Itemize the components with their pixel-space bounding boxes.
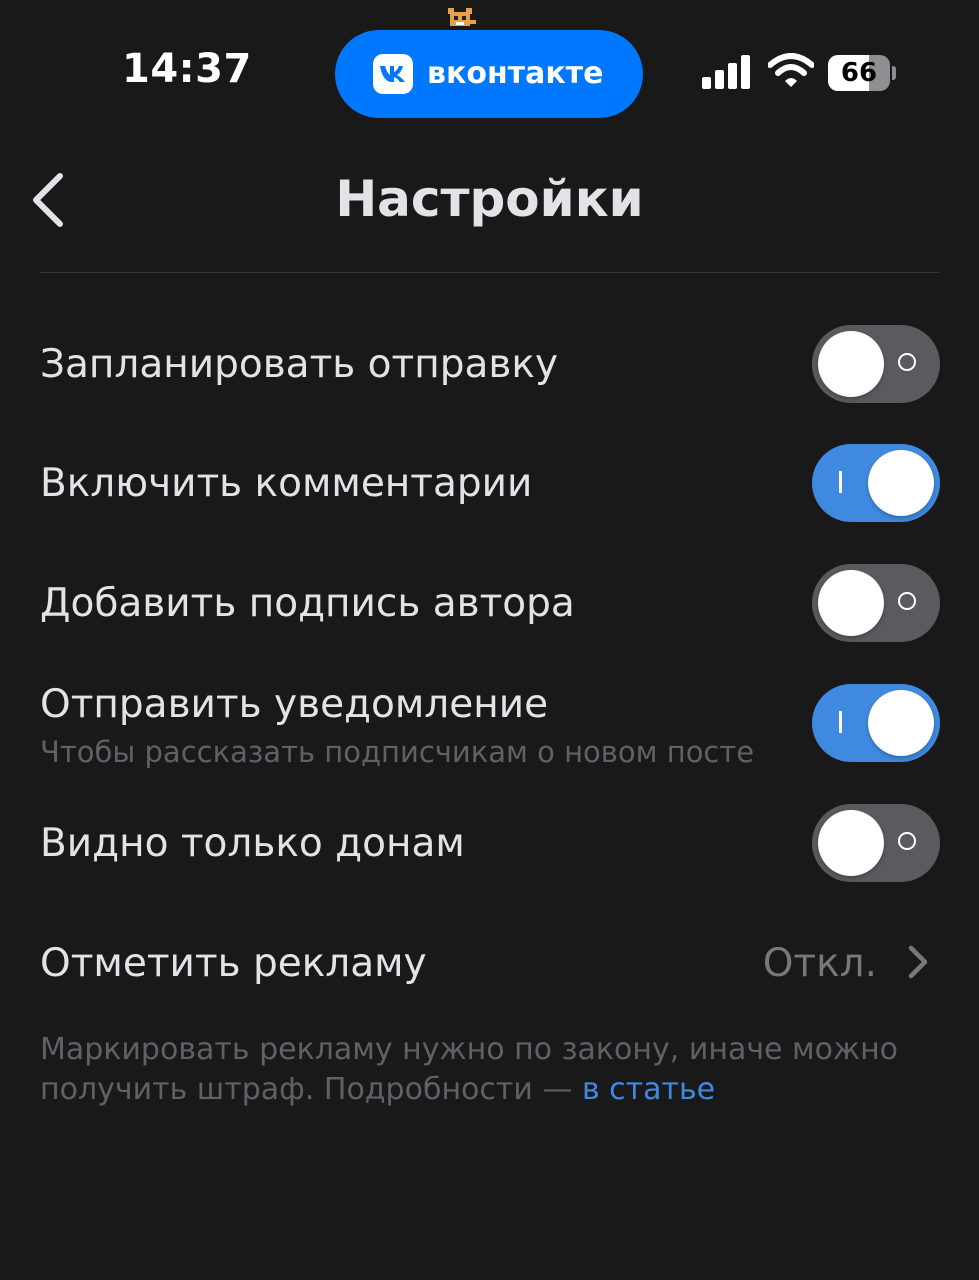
toggle-donors-only[interactable]	[812, 804, 940, 882]
status-bar: 14:37 вконтакте 66	[0, 0, 979, 140]
setting-label: Видно только донам	[40, 821, 465, 866]
setting-label: Добавить подпись автора	[40, 581, 575, 626]
chevron-right-icon	[908, 945, 928, 979]
wifi-icon	[768, 53, 814, 87]
page-title: Настройки	[335, 170, 644, 228]
toggle-on-icon	[839, 711, 842, 733]
ad-footnote: Маркировать рекламу нужно по закону, ина…	[40, 1030, 940, 1110]
setting-label: Включить комментарии	[40, 461, 533, 506]
toggle-on-icon	[839, 471, 842, 493]
battery-cap	[892, 66, 896, 80]
toggle-knob	[818, 331, 884, 397]
setting-row-schedule[interactable]: Запланировать отправку	[0, 309, 979, 419]
setting-row-donors-only[interactable]: Видно только донам	[0, 788, 979, 898]
setting-row-notification[interactable]: Отправить уведомление Чтобы рассказать п…	[0, 668, 979, 778]
vk-dynamic-island[interactable]: вконтакте	[335, 30, 643, 118]
signal-icon	[702, 55, 750, 89]
setting-row-author-signature[interactable]: Добавить подпись автора	[0, 548, 979, 658]
toggle-notification[interactable]	[812, 684, 940, 762]
status-time: 14:37	[122, 46, 252, 92]
toggle-knob	[868, 450, 934, 516]
article-link[interactable]: в статье	[582, 1072, 715, 1107]
toggle-off-icon	[898, 353, 916, 371]
setting-row-comments[interactable]: Включить комментарии	[0, 428, 979, 538]
pet-icon	[448, 8, 476, 26]
ad-value: Откл.	[762, 941, 877, 986]
toggle-knob	[818, 810, 884, 876]
toggle-off-icon	[898, 592, 916, 610]
island-label: вконтакте	[427, 56, 604, 91]
vk-logo-icon	[373, 54, 413, 94]
toggle-schedule[interactable]	[812, 325, 940, 403]
battery-level: 66	[840, 58, 878, 88]
setting-label: Запланировать отправку	[40, 342, 559, 387]
header-divider	[40, 272, 939, 273]
navigation-header: Настройки	[0, 140, 979, 274]
toggle-comments[interactable]	[812, 444, 940, 522]
setting-row-ad-marking[interactable]: Отметить рекламу Откл.	[0, 908, 979, 1018]
toggle-off-icon	[898, 832, 916, 850]
setting-label: Отправить уведомление	[40, 682, 549, 727]
toggle-knob	[818, 570, 884, 636]
toggle-author-signature[interactable]	[812, 564, 940, 642]
footnote-text: Маркировать рекламу нужно по закону, ина…	[40, 1032, 899, 1107]
toggle-knob	[868, 690, 934, 756]
setting-sublabel: Чтобы рассказать подписчикам о новом пос…	[40, 735, 755, 769]
battery-icon: 66	[828, 55, 890, 91]
ad-label: Отметить рекламу	[40, 941, 427, 986]
